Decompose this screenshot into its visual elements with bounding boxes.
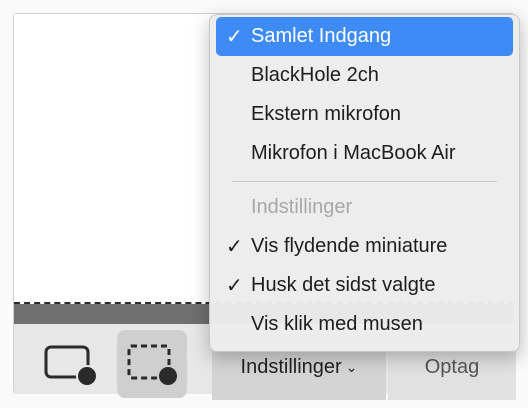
menu-item-label: Vis flydende miniature (251, 235, 448, 257)
menu-item-mikrofon-macbook-air[interactable]: Mikrofon i MacBook Air (216, 134, 513, 173)
menu-section-header: Indstillinger (216, 188, 513, 227)
menu-item-husk-det-sidst-valgte[interactable]: ✓ Husk det sidst valgte (216, 266, 513, 305)
menu-item-samlet-indgang[interactable]: ✓ Samlet Indgang (216, 17, 513, 56)
menu-item-vis-flydende-miniature[interactable]: ✓ Vis flydende miniature (216, 227, 513, 266)
chevron-down-icon: ⌄ (345, 358, 358, 375)
record-label: Optag (424, 355, 480, 378)
menu-separator (232, 181, 497, 182)
checkmark-icon: ✓ (226, 236, 243, 258)
options-label: Indstillinger (240, 355, 342, 378)
record-window-button[interactable] (36, 330, 106, 398)
record-window-icon (44, 345, 98, 387)
menu-item-label: Samlet Indgang (251, 25, 392, 47)
menu-item-label: Mikrofon i MacBook Air (251, 142, 456, 164)
section-header-label: Indstillinger (251, 196, 353, 218)
options-menu: ✓ Samlet Indgang BlackHole 2ch Ekstern m… (209, 14, 520, 352)
menu-item-ekstern-mikrofon[interactable]: Ekstern mikrofon (216, 95, 513, 134)
menu-item-label: Vis klik med musen (251, 313, 423, 335)
screenshot-toolbar-window: Indstillinger ⌄ Optag ✓ Samlet Indgang B… (0, 0, 528, 408)
menu-item-vis-klik-med-musen[interactable]: Vis klik med musen (216, 305, 513, 344)
record-selection-button[interactable] (117, 330, 187, 398)
checkmark-icon: ✓ (226, 26, 243, 48)
menu-item-label: Husk det sidst valgte (251, 274, 436, 296)
menu-item-label: Ekstern mikrofon (251, 103, 402, 125)
menu-item-label: BlackHole 2ch (251, 64, 379, 86)
checkmark-icon: ✓ (226, 275, 243, 297)
record-selection-icon (127, 344, 179, 387)
menu-item-blackhole-2ch[interactable]: BlackHole 2ch (216, 56, 513, 95)
